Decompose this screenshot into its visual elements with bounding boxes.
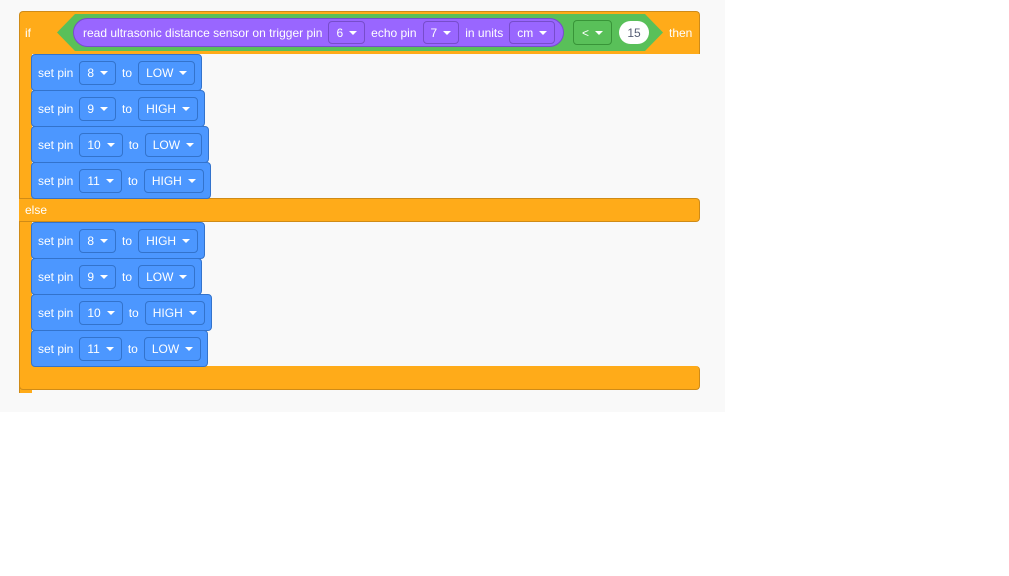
pin-dropdown[interactable]: 8: [79, 60, 117, 85]
pin-value: 8: [87, 65, 95, 80]
set-pin-block[interactable]: set pin 10 to LOW: [31, 126, 210, 163]
pin-dropdown[interactable]: 10: [79, 300, 123, 325]
pin-value: 10: [87, 137, 101, 152]
set-pin-label: set pin: [38, 269, 74, 284]
state-value: HIGH: [152, 305, 183, 320]
set-pin-block[interactable]: set pin 9 to LOW: [31, 258, 203, 295]
set-pin-label: set pin: [38, 233, 74, 248]
chevron-down-icon: [186, 142, 195, 147]
workspace[interactable]: if then else read ultrasonic distance se…: [0, 0, 725, 412]
pin-dropdown[interactable]: 11: [79, 336, 122, 361]
to-label: to: [128, 137, 139, 152]
chevron-down-icon: [106, 142, 115, 147]
value-input[interactable]: 15: [619, 21, 649, 44]
state-value: LOW: [146, 269, 174, 284]
pin-dropdown[interactable]: 9: [79, 96, 117, 121]
state-dropdown[interactable]: LOW: [143, 336, 202, 361]
echo-pin-dropdown[interactable]: 7: [422, 21, 460, 44]
chevron-down-icon: [188, 310, 197, 315]
state-dropdown[interactable]: LOW: [138, 60, 196, 85]
pin-value: 11: [87, 341, 100, 356]
pin-dropdown[interactable]: 9: [79, 264, 117, 289]
set-pin-label: set pin: [38, 173, 74, 188]
chevron-down-icon: [185, 346, 194, 351]
chevron-down-icon: [179, 70, 188, 75]
state-value: LOW: [152, 137, 181, 152]
chevron-down-icon: [539, 30, 548, 35]
pin-value: 10: [87, 305, 101, 320]
to-label: to: [122, 233, 133, 248]
state-value: HIGH: [146, 233, 177, 248]
else-label: else: [25, 203, 48, 217]
if-block-bottom[interactable]: [19, 366, 700, 390]
set-pin-block[interactable]: set pin 8 to HIGH: [31, 222, 206, 259]
pin-value: 11: [87, 173, 100, 188]
operator-dropdown[interactable]: <: [573, 20, 613, 45]
echo-label: echo pin: [371, 25, 417, 40]
chevron-down-icon: [100, 106, 109, 111]
chevron-down-icon: [105, 178, 114, 183]
chevron-down-icon: [100, 274, 109, 279]
state-value: LOW: [146, 65, 174, 80]
set-pin-block[interactable]: set pin 8 to LOW: [31, 54, 203, 91]
chevron-down-icon: [100, 238, 109, 243]
units-dropdown[interactable]: cm: [509, 21, 556, 44]
set-pin-block[interactable]: set pin 9 to HIGH: [31, 90, 206, 127]
state-value: HIGH: [146, 101, 177, 116]
pin-value: 9: [87, 269, 95, 284]
operator-value: <: [582, 25, 590, 40]
set-pin-block[interactable]: set pin 10 to HIGH: [31, 294, 212, 331]
chevron-down-icon: [187, 178, 196, 183]
echo-pin-value: 7: [430, 25, 438, 40]
to-label: to: [127, 173, 138, 188]
chevron-down-icon: [349, 30, 358, 35]
set-pin-block[interactable]: set pin 11 to HIGH: [31, 162, 211, 199]
set-pin-label: set pin: [38, 305, 74, 320]
trigger-pin-value: 6: [336, 25, 344, 40]
pin-dropdown[interactable]: 10: [79, 132, 123, 157]
trigger-pin-dropdown[interactable]: 6: [328, 21, 366, 44]
ultrasonic-sensor-block[interactable]: read ultrasonic distance sensor on trigg…: [73, 18, 565, 47]
chevron-down-icon: [179, 274, 188, 279]
set-pin-label: set pin: [38, 65, 74, 80]
units-label: in units: [465, 25, 504, 40]
to-label: to: [127, 341, 138, 356]
state-dropdown[interactable]: HIGH: [138, 96, 199, 121]
set-pin-label: set pin: [38, 137, 74, 152]
chevron-down-icon: [595, 30, 604, 35]
set-pin-label: set pin: [38, 341, 74, 356]
pin-value: 9: [87, 101, 95, 116]
chevron-down-icon: [100, 70, 109, 75]
state-dropdown[interactable]: LOW: [138, 264, 196, 289]
to-label: to: [122, 101, 133, 116]
state-dropdown[interactable]: HIGH: [144, 300, 205, 325]
set-pin-label: set pin: [38, 101, 74, 116]
units-value: cm: [517, 25, 534, 40]
state-value: HIGH: [151, 173, 182, 188]
sensor-label: read ultrasonic distance sensor on trigg…: [83, 25, 323, 40]
chevron-down-icon: [106, 310, 115, 315]
pin-dropdown[interactable]: 8: [79, 228, 117, 253]
then-label: then: [669, 26, 693, 40]
chevron-down-icon: [443, 30, 452, 35]
set-pin-block[interactable]: set pin 11 to LOW: [31, 330, 209, 367]
state-dropdown[interactable]: HIGH: [138, 228, 199, 253]
state-dropdown[interactable]: HIGH: [143, 168, 204, 193]
chevron-down-icon: [105, 346, 114, 351]
to-label: to: [122, 269, 133, 284]
to-label: to: [128, 305, 139, 320]
pin-dropdown[interactable]: 11: [79, 168, 122, 193]
state-dropdown[interactable]: LOW: [144, 132, 203, 157]
pin-value: 8: [87, 233, 95, 248]
if-label: if: [25, 26, 31, 40]
state-value: LOW: [151, 341, 180, 356]
chevron-down-icon: [182, 106, 191, 111]
else-bar[interactable]: [19, 198, 700, 222]
chevron-down-icon: [182, 238, 191, 243]
to-label: to: [122, 65, 133, 80]
